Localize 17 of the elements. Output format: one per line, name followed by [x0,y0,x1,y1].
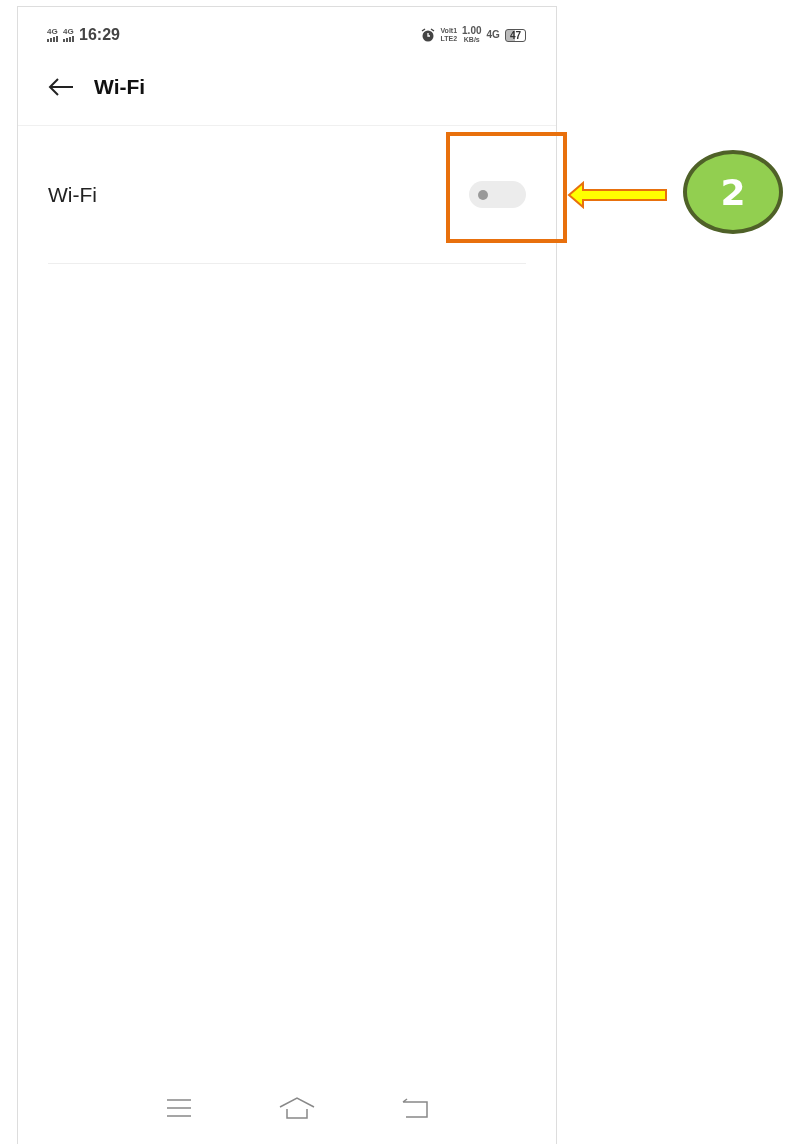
menu-icon[interactable] [166,1098,193,1118]
speed-value: 1.00 [462,26,482,36]
back-icon[interactable] [401,1098,428,1118]
back-arrow-icon[interactable] [48,77,74,97]
battery-level: 47 [504,28,526,42]
page-title: Wi-Fi [94,75,146,99]
home-icon[interactable] [279,1097,315,1119]
wifi-toggle[interactable] [469,181,526,208]
signal-icon [47,36,58,42]
step-number: 2 [683,150,783,234]
setting-label: Wi-Fi [48,182,97,207]
network-label: 4G [47,28,58,36]
signal-icon [63,36,74,42]
network-label: 4G [486,30,500,40]
network-label: 4G [63,28,74,36]
alarm-icon [421,28,436,42]
clock: 16:29 [79,26,120,44]
